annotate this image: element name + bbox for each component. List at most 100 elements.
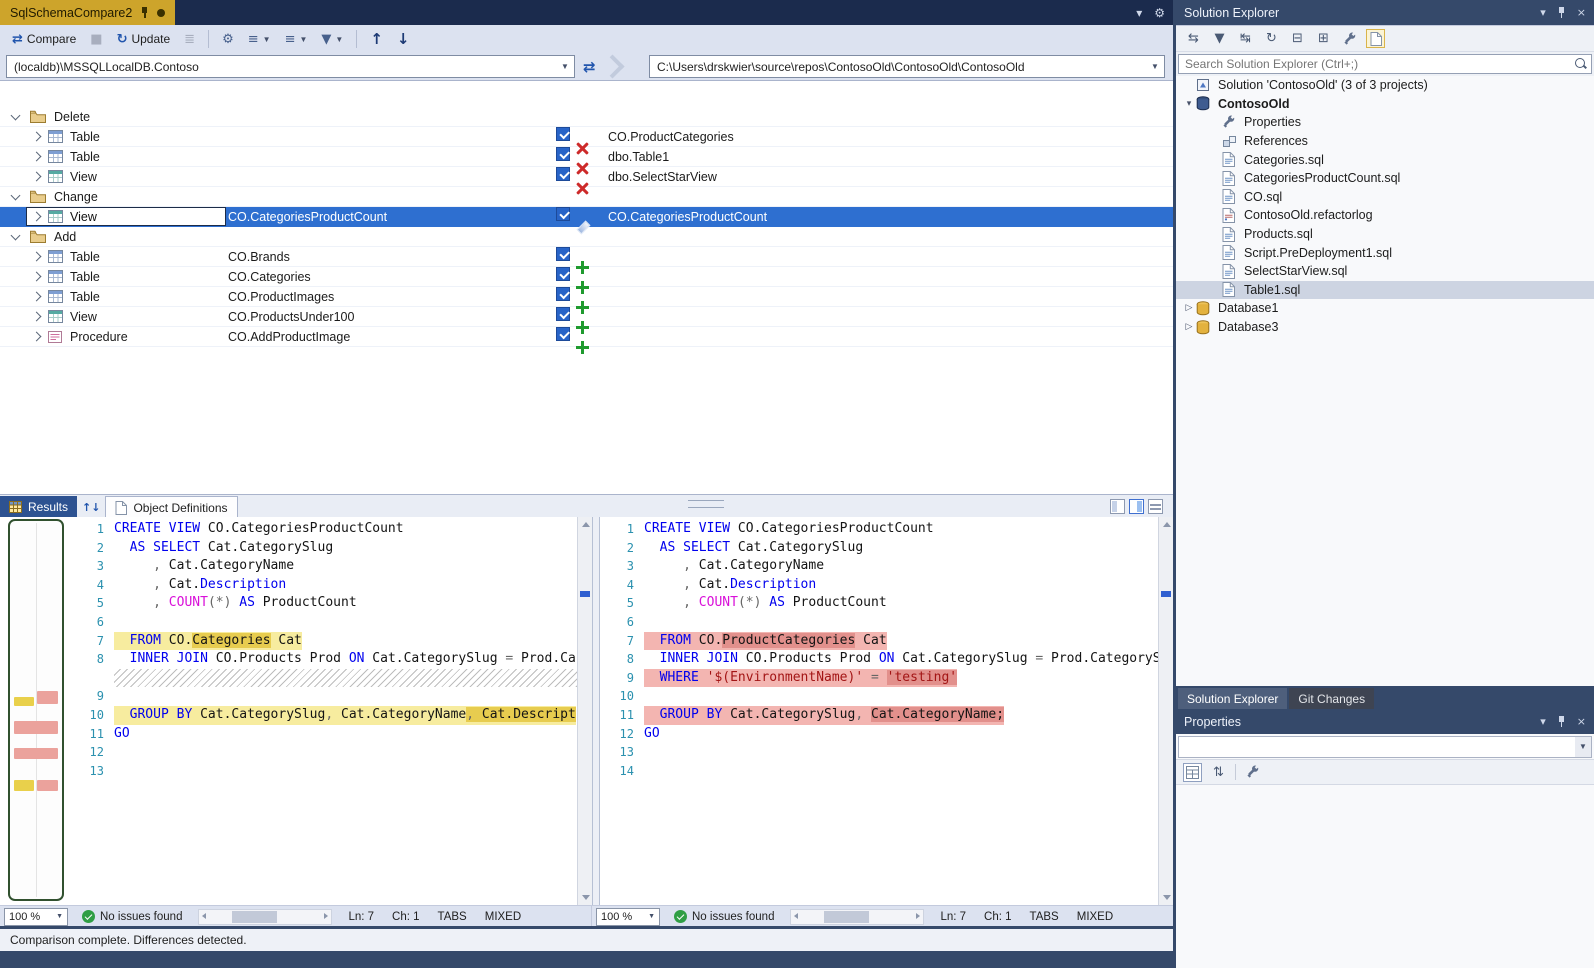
scroll-down-icon[interactable] [1163,895,1171,900]
chevron-down-icon[interactable] [12,187,19,206]
pending-changes-filter-icon[interactable]: ▼ [1210,29,1229,48]
switch-views-icon[interactable]: ⇆ [1184,29,1203,48]
expand-arrow-icon[interactable]: ▾ [1182,99,1196,109]
window-position-icon[interactable]: ▾ [1540,6,1546,19]
tree-item[interactable]: Solution 'ContosoOld' (3 of 3 projects) [1176,76,1594,95]
compare-row[interactable]: ViewCO.CategoriesProductCountCO.Categori… [0,207,1173,227]
document-tab[interactable]: SqlSchemaCompare2 [0,0,175,25]
tree-item[interactable]: ContosoOld.refactorlog [1176,206,1594,225]
chevron-down-icon[interactable]: ▼ [557,57,573,76]
scrollbar-thumb[interactable] [232,911,277,923]
categorized-icon[interactable] [1183,763,1202,782]
swap-panes-button[interactable]: ↑↓ [77,496,105,518]
tab-results[interactable]: Results [0,496,77,518]
filter-button[interactable]: ▼▼ [315,31,349,48]
chevron-right-icon[interactable] [33,267,40,286]
editor-splitter[interactable] [592,517,600,905]
tab-settings-icon[interactable]: ⚙ [1154,6,1165,20]
include-checkbox[interactable] [556,327,570,341]
zoom-selector[interactable]: 100 %▼ [596,908,660,926]
preview-selected-items-icon[interactable] [1366,29,1385,48]
scroll-right-icon[interactable] [916,913,920,919]
previous-difference-button[interactable]: ↑ [364,30,389,49]
tree-item[interactable]: CO.sql [1176,188,1594,207]
tab-object-definitions[interactable]: Object Definitions [105,496,237,518]
tree-item[interactable]: Properties [1176,113,1594,132]
tab-state-icon[interactable] [157,9,165,17]
tab-list-chevron-icon[interactable]: ▾ [1136,6,1142,20]
include-checkbox[interactable] [556,287,570,301]
collapse-arrow-icon[interactable]: ▷ [1182,322,1196,332]
chevron-right-icon[interactable] [33,247,40,266]
chevron-down-icon[interactable] [12,107,19,126]
include-checkbox[interactable] [556,147,570,161]
tree-item[interactable]: Table1.sql [1176,281,1594,300]
properties-object-combobox[interactable]: ▼ [1178,736,1592,758]
source-database-combobox[interactable]: (localdb)\MSSQLLocalDB.Contoso ▼ [6,55,575,78]
search-input[interactable] [1178,54,1592,74]
compare-row[interactable]: TableCO.Categories [0,267,1173,287]
layout-left-pane-icon[interactable] [1110,499,1125,514]
tree-item[interactable]: References [1176,132,1594,151]
chevron-down-icon[interactable]: ▼ [1147,57,1163,76]
scroll-down-icon[interactable] [582,895,590,900]
window-position-icon[interactable]: ▾ [1540,715,1546,728]
toolwindow-tab-git-changes[interactable]: Git Changes [1289,688,1374,709]
tree-item[interactable]: Script.PreDeployment1.sql [1176,243,1594,262]
sort-button[interactable]: ≡▼ [279,31,314,48]
horizontal-scrollbar[interactable] [790,909,924,925]
compare-group-add[interactable]: Add [0,227,1173,247]
chevron-right-icon[interactable] [33,307,40,326]
chevron-right-icon[interactable] [33,207,40,226]
include-checkbox[interactable] [556,267,570,281]
include-checkbox[interactable] [556,127,570,141]
property-pages-icon[interactable] [1243,763,1262,782]
next-difference-button[interactable]: ↓ [391,30,416,49]
splitter-grip[interactable] [688,500,724,508]
group-by-button[interactable]: ≡▼ [242,31,277,48]
scroll-up-icon[interactable] [1163,522,1171,527]
zoom-selector[interactable]: 100 %▼ [4,908,68,926]
chevron-right-icon[interactable] [33,147,40,166]
include-checkbox[interactable] [556,247,570,261]
target-project-combobox[interactable]: C:\Users\drskwier\source\repos\ContosoOl… [649,55,1165,78]
tree-item[interactable]: Categories.sql [1176,150,1594,169]
options-button[interactable]: ⚙ [216,31,240,48]
chevron-right-icon[interactable] [33,287,40,306]
pin-icon[interactable] [140,7,149,19]
switch-source-target-button[interactable]: ⇄ [583,58,596,76]
include-checkbox[interactable] [556,307,570,321]
compare-row[interactable]: TableCO.ProductImages [0,287,1173,307]
show-all-files-icon[interactable]: ⊞ [1314,29,1333,48]
diff-overview-map[interactable] [8,519,64,901]
update-button[interactable]: ↻Update [111,30,177,48]
compare-row[interactable]: ProcedureCO.AddProductImage [0,327,1173,347]
scrollbar-thumb[interactable] [824,911,869,923]
search-icon[interactable] [1575,58,1585,68]
vertical-scrollbar[interactable] [1158,517,1173,905]
target-definition-editor[interactable]: 1CREATE VIEW CO.CategoriesProductCount2 … [600,517,1173,905]
tree-item[interactable]: SelectStarView.sql [1176,262,1594,281]
compare-row[interactable]: Viewdbo.SelectStarView [0,167,1173,187]
close-icon[interactable]: × [1577,715,1586,728]
sync-with-active-document-icon[interactable]: ↹ [1236,29,1255,48]
chevron-down-icon[interactable] [12,227,19,246]
scroll-left-icon[interactable] [202,913,206,919]
scroll-left-icon[interactable] [794,913,798,919]
compare-row[interactable]: Tabledbo.Table1 [0,147,1173,167]
compare-group-change[interactable]: Change [0,187,1173,207]
chevron-right-icon[interactable] [33,327,40,346]
properties-icon[interactable] [1340,29,1359,48]
toolwindow-tab-solution-explorer[interactable]: Solution Explorer [1178,688,1287,709]
layout-inline-icon[interactable] [1148,499,1163,514]
compare-row[interactable]: ViewCO.ProductsUnder100 [0,307,1173,327]
chevron-right-icon[interactable] [33,127,40,146]
tree-item[interactable]: CategoriesProductCount.sql [1176,169,1594,188]
source-definition-editor[interactable]: 1CREATE VIEW CO.CategoriesProductCount2 … [70,517,592,905]
tree-item[interactable]: ▷Database3 [1176,318,1594,337]
scroll-right-icon[interactable] [324,913,328,919]
include-checkbox[interactable] [556,167,570,181]
tree-item[interactable]: Products.sql [1176,225,1594,244]
compare-row[interactable]: TableCO.ProductCategories [0,127,1173,147]
layout-side-by-side-icon[interactable] [1129,499,1144,514]
